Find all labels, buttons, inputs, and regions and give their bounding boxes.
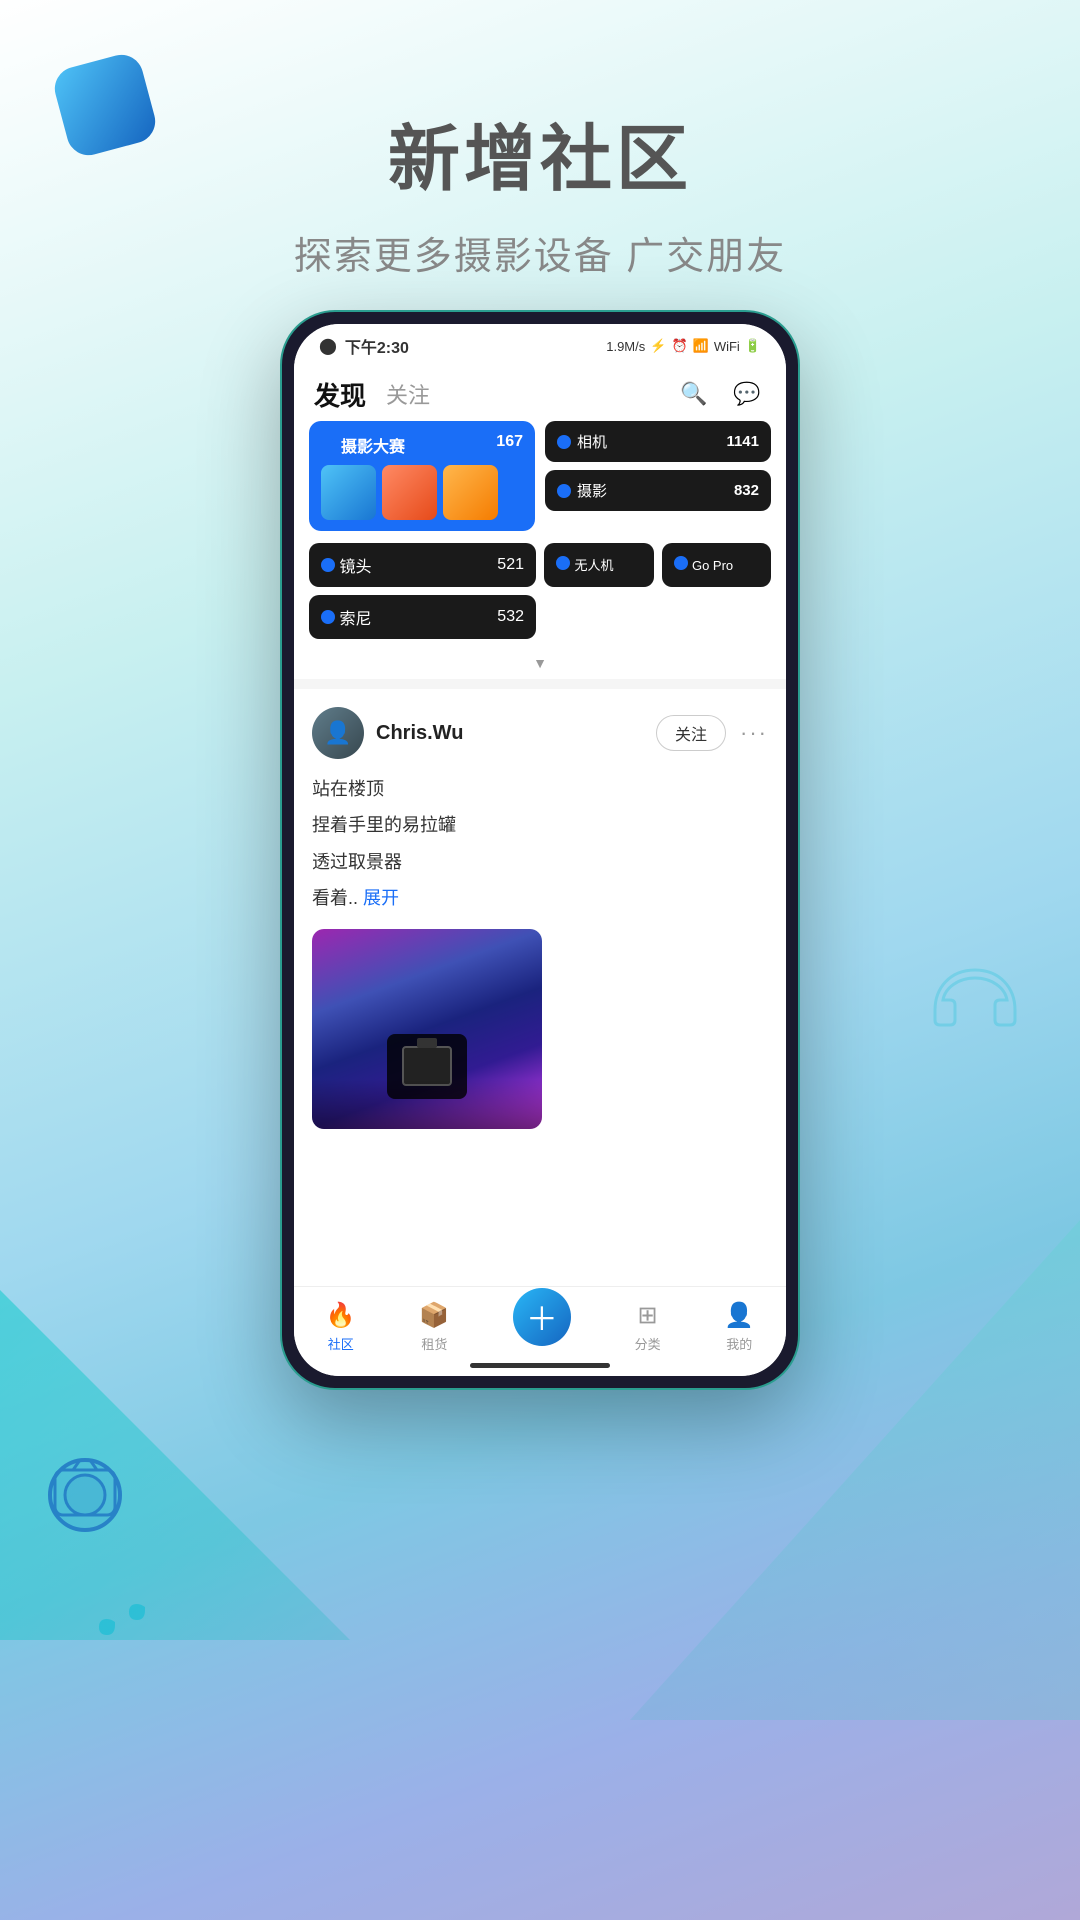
status-time: 下午2:30 [345,334,409,358]
nav-mine[interactable]: 👤 我的 [724,1301,754,1353]
topic-label-gopro: Go Pro [674,556,734,575]
phone-mockup: ⬤ 下午2:30 1.9M/s ⚡ ⏰ 📶 WiFi 🔋 发现 关注 🔍 💬 [280,310,800,1390]
topic-dot-icon [321,438,335,452]
network-speed: 1.9M/s [606,339,645,354]
topic-count-camera: 1141 [726,433,759,450]
post-text-expand-row: 看着.. 展开 [312,882,768,914]
topic-card-sony[interactable]: 索尼 532 [309,595,536,639]
topic-label-drone: 无人机 [556,555,613,575]
wifi-icon: WiFi [714,339,740,354]
topic-image-2 [382,465,437,520]
tab-discover[interactable]: 发现 [314,376,366,413]
bluetooth-icon: ⚡ [650,338,666,354]
topic-dot-camera [557,435,571,449]
message-button[interactable]: 💬 [728,375,766,413]
show-more-button[interactable]: ▼ [294,647,786,679]
topic-count-photography-contest: 167 [496,433,523,451]
follow-button[interactable]: 关注 [656,715,726,751]
topic-image-1 [321,465,376,520]
user-name: Chris.Wu [376,722,463,745]
category-icon: ⊞ [638,1301,658,1330]
mine-icon: 👤 [724,1301,754,1330]
app-header: 发现 关注 🔍 💬 [294,363,786,421]
community-icon: 🔥 [326,1301,356,1330]
signal-icon: 📶 [693,338,709,354]
topic-count-lens: 521 [497,556,524,574]
nav-community-label: 社区 [328,1334,354,1353]
topic-label-lens: 镜头 [321,553,371,577]
topic-count-photography: 832 [734,482,759,499]
page-sub-title: 探索更多摄影设备 广交朋友 [0,225,1080,280]
nav-community[interactable]: 🔥 社区 [326,1301,356,1353]
post-expand-button[interactable]: 展开 [363,888,399,908]
nav-mine-label: 我的 [726,1334,752,1353]
nav-rental[interactable]: 📦 租货 [419,1301,449,1353]
post-user: 👤 Chris.Wu [312,707,463,759]
nav-category[interactable]: ⊞ 分类 [635,1301,661,1353]
battery-level: 🔋 [745,338,761,354]
topic-label-camera: 相机 [557,431,607,452]
topic-dot-sony [321,610,335,624]
nav-category-label: 分类 [635,1334,661,1353]
post-text-line3: 透过取景器 [312,846,768,878]
topic-images [321,465,523,520]
more-options-button[interactable]: ··· [740,720,768,746]
music-note-icon [95,1555,155,1650]
status-right: 1.9M/s ⚡ ⏰ 📶 WiFi 🔋 [606,338,761,354]
section-divider [294,679,786,689]
topic-label-photography: 摄影 [557,480,607,501]
topic-card-photography[interactable]: 摄影 832 [545,470,771,511]
nav-rental-label: 租货 [421,1334,447,1353]
topic-dot-gopro [674,556,688,570]
tab-following[interactable]: 关注 [386,378,430,410]
topic-dot-photography [557,484,571,498]
topic-image-3 [443,465,498,520]
camera-deco-icon [35,1440,135,1540]
post-text-line2: 捏着手里的易拉罐 [312,809,768,841]
post-header: 👤 Chris.Wu 关注 ··· [312,707,768,759]
topic-label-sony: 索尼 [321,605,371,629]
headphone-icon [925,960,1025,1040]
topic-dot-drone [556,556,570,570]
post-actions: 关注 ··· [656,715,768,751]
topic-card-gopro[interactable]: Go Pro [662,543,772,587]
rental-icon: 📦 [419,1301,449,1330]
topic-card-camera[interactable]: 相机 1141 [545,421,771,462]
topic-count-sony: 532 [497,608,524,626]
topic-card-drone[interactable]: 无人机 [544,543,654,587]
topics-area: 摄影大赛 167 相机 [294,421,786,541]
home-indicator [470,1363,610,1368]
page-title-area: 新增社区 探索更多摄影设备 广交朋友 [0,100,1080,280]
right-topics: 相机 1141 摄影 832 [545,421,771,531]
topic-dot-lens [321,558,335,572]
topics-row2: 镜头 521 无人机 Go Pro [294,543,786,587]
phone-screen: ⬤ 下午2:30 1.9M/s ⚡ ⏰ 📶 WiFi 🔋 发现 关注 🔍 💬 [294,324,786,1376]
user-avatar: 👤 [312,707,364,759]
page-main-title: 新增社区 [0,100,1080,205]
nav-add-button[interactable]: ＋ [513,1288,571,1346]
alarm-icon: ⏰ [671,338,687,354]
header-tabs: 发现 关注 [314,376,430,413]
topic-card-photography-contest[interactable]: 摄影大赛 167 [309,421,535,531]
topic-label-photography-contest: 摄影大赛 [321,433,523,457]
header-icons: 🔍 💬 [675,375,766,413]
post-text-prefix: 看着.. [312,888,363,908]
status-bar: ⬤ 下午2:30 1.9M/s ⚡ ⏰ 📶 WiFi 🔋 [294,324,786,363]
post-text-line1: 站在楼顶 [312,773,768,805]
topic-card-lens[interactable]: 镜头 521 [309,543,536,587]
status-left: ⬤ 下午2:30 [319,334,409,358]
add-icon: ＋ [526,1294,558,1340]
post-image [312,929,542,1129]
topics-grid: 摄影大赛 167 相机 [309,421,771,531]
post-card: 👤 Chris.Wu 关注 ··· 站在楼顶 捏着手里的易拉罐 透过取景器 看着… [294,689,786,1129]
search-button[interactable]: 🔍 [675,375,713,413]
